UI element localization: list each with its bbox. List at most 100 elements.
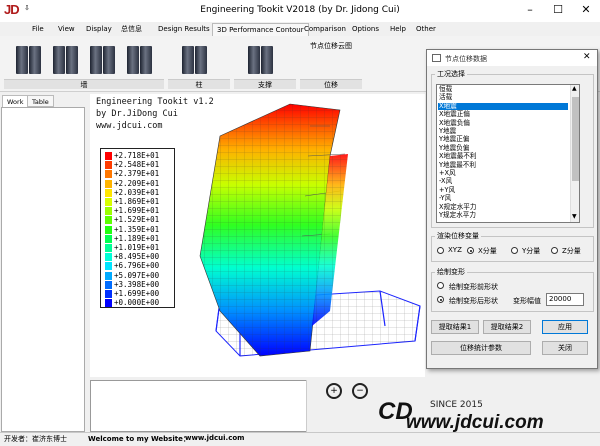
deform-before-label: 绘制变形前形状 (449, 283, 498, 291)
ribbon-group-brace: 支撑 (234, 38, 296, 90)
deform-fieldset (431, 272, 594, 312)
legend-swatch (105, 290, 112, 298)
maximize-icon[interactable]: ☐ (544, 0, 572, 20)
wall-button-3[interactable] (90, 46, 115, 74)
zoom-in-icon[interactable]: + (326, 383, 342, 399)
extract-result-1-button[interactable]: 提取结果1 (431, 320, 479, 334)
work-panel (1, 107, 85, 432)
legend-swatch (105, 216, 112, 225)
case-list-item[interactable]: X地震负偏 (438, 119, 568, 127)
scale-label: 变形幅值 (513, 297, 541, 305)
component-section-label: 渲染位移变量 (435, 231, 481, 241)
component-radio[interactable] (437, 247, 444, 254)
scroll-down-icon[interactable]: ▼ (572, 213, 577, 220)
menu-other[interactable]: Other (412, 23, 440, 36)
scroll-up-icon[interactable]: ▲ (572, 85, 577, 92)
ribbon-group-wall: 墙 (4, 38, 164, 90)
case-list-item[interactable]: 活载 (438, 94, 568, 101)
menu-general-info[interactable]: 总信息 (117, 23, 146, 36)
console-output[interactable] (90, 380, 316, 432)
menu-view[interactable]: View (54, 23, 79, 36)
deform-after-label: 绘制变形后形状 (449, 297, 498, 305)
case-list-scrollbar[interactable]: ▲ ▼ (570, 85, 579, 222)
deform-section-label: 绘制变形 (435, 267, 467, 277)
case-list-item[interactable]: +Y风 (438, 186, 568, 194)
menu-help[interactable]: Help (386, 23, 410, 36)
menu-display[interactable]: Display (82, 23, 116, 36)
dialog-title: 节点位移数据 (445, 55, 487, 63)
legend-swatch (105, 253, 112, 262)
building-icon (248, 46, 260, 74)
contour-legend: +2.718E+01 +2.548E+01 +2.379E+01 +2.209E+01… (100, 148, 175, 308)
case-list-item[interactable]: X地震最不利 (438, 152, 568, 160)
extract-result-2-button[interactable]: 提取结果2 (483, 320, 531, 334)
displacement-stats-button[interactable]: 位移统计参数 (431, 341, 531, 355)
dialog-close-icon[interactable]: ✕ (583, 52, 591, 62)
case-list-item[interactable]: Y地震负偏 (438, 144, 568, 152)
building-icon (103, 46, 115, 74)
component-radio[interactable] (511, 247, 518, 254)
case-list-item[interactable]: -X风 (438, 178, 568, 185)
building-icon (90, 46, 102, 74)
tab-table[interactable]: Table (27, 95, 54, 107)
wall-button-4[interactable] (127, 46, 152, 74)
brace-button[interactable] (248, 46, 273, 74)
menu-3d-performance-contour[interactable]: 3D Performance Contour (212, 23, 309, 36)
deform-before-radio[interactable] (437, 282, 445, 290)
window-title: Engineering Tookit V2018 (by Dr. Jidong … (200, 5, 400, 15)
status-welcome: Welcome to my Website： (88, 435, 190, 443)
legend-value: +0.000E+00 (114, 298, 160, 308)
component-label: Y分量 (522, 247, 541, 255)
wall-button-2[interactable] (53, 46, 78, 74)
legend-swatch (105, 170, 112, 179)
dialog-icon (432, 54, 441, 62)
case-list-item[interactable]: 恒载 (438, 85, 568, 93)
ribbon-group-label: 位移 (300, 79, 362, 89)
case-list-item[interactable]: Y地震最不利 (438, 161, 568, 169)
building-icon (261, 46, 273, 74)
close-icon[interactable]: ✕ (572, 0, 600, 20)
legend-swatch (105, 188, 112, 197)
case-list-item[interactable]: Y规定水平力 (438, 211, 568, 219)
structure-model (199, 103, 421, 357)
component-radio[interactable] (551, 247, 558, 254)
scale-input[interactable]: 20000 (546, 293, 584, 306)
case-list-item[interactable]: Y地震正偏 (438, 136, 568, 143)
column-button[interactable] (182, 46, 207, 74)
case-list-item[interactable]: +X风 (438, 169, 568, 177)
legend-swatch (105, 244, 112, 252)
minimize-icon[interactable]: – (516, 0, 544, 20)
zoom-out-icon[interactable]: − (352, 383, 368, 399)
watermark-url: www.jdcui.com (406, 412, 544, 433)
close-button[interactable]: 关闭 (542, 341, 588, 355)
menu-file[interactable]: File (28, 23, 48, 36)
legend-swatch (105, 280, 112, 289)
apply-button[interactable]: 应用 (542, 320, 588, 334)
console-scrollbar[interactable] (306, 380, 316, 432)
wall-button-1[interactable] (16, 46, 41, 74)
node-displacement-dialog: 节点位移数据 ✕ 工况选择 恒载 活载 X地震 X地震正偏 X地震负偏 Y地震 Y地震正偏 Y… (426, 49, 598, 369)
component-radio[interactable] (467, 247, 474, 254)
status-author: 开发者：崔济东博士 (4, 435, 67, 443)
case-section-label: 工况选择 (435, 69, 467, 79)
case-list-item[interactable]: X地震正偏 (438, 110, 568, 118)
legend-swatch (105, 161, 112, 170)
component-label: XYZ (448, 246, 462, 254)
case-list-item[interactable]: -Y风 (438, 194, 568, 202)
legend-swatch (105, 152, 112, 160)
menu-design-results[interactable]: Design Results (154, 23, 214, 36)
deform-after-radio[interactable] (437, 296, 445, 304)
ribbon-group-column: 柱 (168, 38, 230, 90)
tab-work[interactable]: Work (2, 95, 29, 107)
case-list-item[interactable]: X地震 (438, 102, 568, 110)
component-label: Z分量 (562, 247, 581, 255)
canvas-credit-author: by Dr.JiDong Cui (96, 109, 178, 119)
displacement-contour-button[interactable]: 节点位移云图 (302, 41, 360, 51)
menu-options[interactable]: Options (348, 23, 383, 36)
legend-swatch (105, 271, 112, 280)
case-list[interactable]: 恒载 活载 X地震 X地震正偏 X地震负偏 Y地震 Y地震正偏 Y地震负偏 X地震最不利 Y地震最… (436, 84, 580, 223)
menu-comparison[interactable]: Comparison (300, 23, 350, 36)
legend-swatch (105, 225, 112, 234)
case-list-item[interactable]: X规定水平力 (438, 203, 568, 211)
building-icon (29, 46, 41, 74)
